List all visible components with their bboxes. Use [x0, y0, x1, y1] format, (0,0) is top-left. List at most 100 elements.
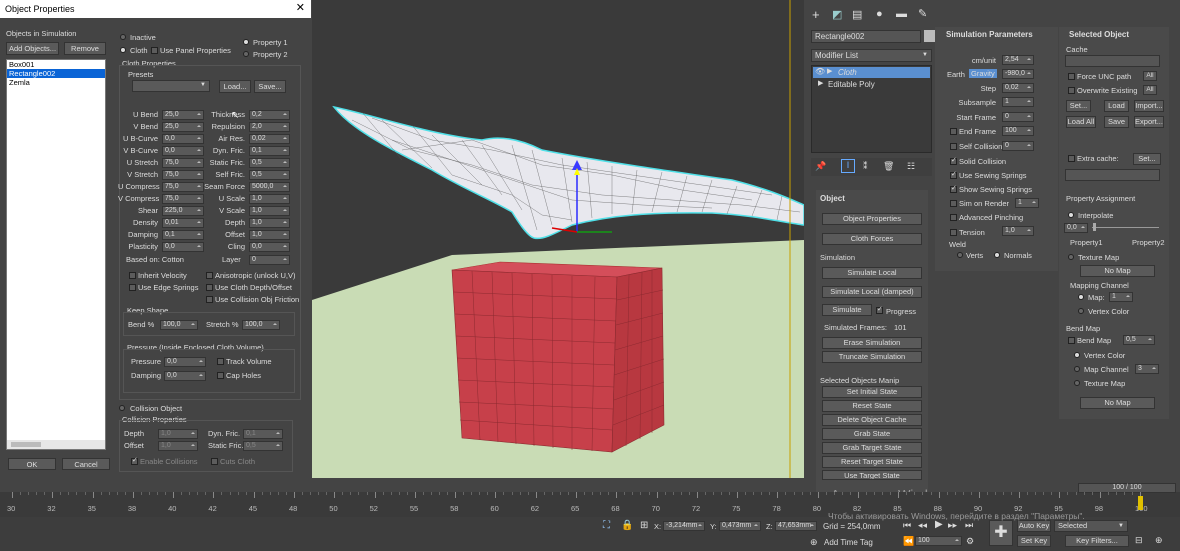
- time-marker[interactable]: [1138, 496, 1143, 510]
- expand-icon[interactable]: ▶: [827, 67, 832, 75]
- delete-object-cache-button[interactable]: Delete Object Cache: [822, 414, 922, 426]
- param-spinner[interactable]: 0,1: [249, 146, 290, 156]
- show-end-result-icon[interactable]: I: [841, 159, 855, 173]
- time-config-icon[interactable]: ⚙: [966, 536, 974, 547]
- current-frame-field[interactable]: 100: [915, 536, 962, 546]
- save-button[interactable]: Save...: [254, 80, 286, 93]
- param-spinner[interactable]: 1,0: [249, 206, 290, 216]
- set-initial-state-button[interactable]: Set Initial State: [822, 386, 922, 398]
- isolate-icon[interactable]: ⛶: [603, 520, 610, 531]
- param-spinner[interactable]: 0,01: [162, 218, 204, 228]
- step-spinner[interactable]: 0,02: [1002, 83, 1034, 93]
- param-spinner[interactable]: 225,0: [162, 206, 204, 216]
- key-mode-icon[interactable]: ⊟: [1135, 535, 1143, 546]
- param-spinner[interactable]: 0,2: [249, 110, 290, 120]
- modify-icon[interactable]: ◩: [832, 8, 842, 21]
- scrollbar-thumb[interactable]: [11, 442, 41, 447]
- reset-state-button[interactable]: Reset State: [822, 400, 922, 412]
- use-edge-springs-checkbox[interactable]: [129, 284, 136, 291]
- list-item[interactable]: Box001: [7, 60, 105, 69]
- interpolate-spinner[interactable]: 0,0: [1064, 223, 1088, 233]
- map-channel-radio[interactable]: [1074, 366, 1080, 372]
- vertex-color2-radio[interactable]: [1074, 352, 1080, 358]
- param-spinner[interactable]: 75,0: [162, 182, 204, 192]
- presets-dropdown[interactable]: ▼: [132, 80, 210, 92]
- c-offset-spinner[interactable]: 1,0: [158, 441, 198, 451]
- property1-radio[interactable]: [243, 39, 249, 45]
- list-item[interactable]: Zemla: [7, 78, 105, 87]
- interpolate-slider[interactable]: [1092, 227, 1159, 228]
- c-depth-spinner[interactable]: 1,0: [158, 429, 198, 439]
- bend-map-spinner[interactable]: 0,5: [1123, 335, 1155, 345]
- param-spinner[interactable]: 0,5: [249, 158, 290, 168]
- configure-icon[interactable]: ☷: [907, 161, 915, 172]
- ok-button[interactable]: OK: [8, 458, 56, 470]
- simulate-local-damped-button[interactable]: Simulate Local (damped): [822, 286, 922, 298]
- load-cache-button[interactable]: Load: [1104, 100, 1129, 112]
- param-spinner[interactable]: 0,0: [162, 134, 204, 144]
- object-name-field[interactable]: Rectangle002: [811, 30, 921, 43]
- eye-icon[interactable]: 👁: [815, 67, 825, 76]
- save-cache-button[interactable]: Save: [1104, 116, 1129, 128]
- key-mode-icon[interactable]: ⏪: [903, 536, 914, 547]
- start-frame-spinner[interactable]: 0: [1002, 112, 1034, 122]
- param-spinner[interactable]: 0,0: [249, 242, 290, 252]
- param-spinner[interactable]: 0,0: [162, 242, 204, 252]
- gravity-spinner[interactable]: -980,0: [1002, 69, 1034, 79]
- stack-item-cloth[interactable]: 👁 ▶ Cloth: [813, 67, 930, 78]
- enable-collisions-checkbox[interactable]: [131, 456, 138, 465]
- anisotropic-checkbox[interactable]: [206, 272, 213, 279]
- show-sewing-checkbox[interactable]: [950, 184, 957, 193]
- simulate-button[interactable]: Simulate: [822, 304, 872, 316]
- cm-unit-spinner[interactable]: 2,54: [1002, 55, 1034, 65]
- normals-radio[interactable]: [994, 252, 1000, 258]
- damping-spinner[interactable]: 0,0: [164, 371, 206, 381]
- param-spinner[interactable]: 1,0: [249, 230, 290, 240]
- vertex-color-radio[interactable]: [1078, 308, 1084, 314]
- object-properties-button[interactable]: Object Properties: [822, 213, 922, 225]
- erase-simulation-button[interactable]: Erase Simulation: [822, 337, 922, 349]
- layer-spinner[interactable]: 0: [249, 255, 290, 265]
- set-cache-button[interactable]: Set...: [1066, 100, 1091, 112]
- interpolate-radio[interactable]: [1068, 212, 1074, 218]
- param-spinner[interactable]: 1,0: [249, 218, 290, 228]
- tension-checkbox[interactable]: [950, 229, 957, 236]
- self-collision-spinner[interactable]: 0: [1002, 141, 1034, 151]
- list-item[interactable]: Rectangle002: [7, 69, 105, 78]
- make-unique-icon[interactable]: ⁑: [863, 161, 868, 172]
- stack-item-editable-poly[interactable]: ▶ Editable Poly: [813, 79, 930, 90]
- progress-checkbox[interactable]: [876, 305, 883, 314]
- extra-cache-checkbox[interactable]: [1068, 155, 1075, 162]
- param-spinner[interactable]: 0,1: [162, 230, 204, 240]
- scrollbar[interactable]: [7, 440, 105, 449]
- inherit-velocity-checkbox[interactable]: [129, 272, 136, 279]
- use-sewing-checkbox[interactable]: [950, 170, 957, 179]
- auto-key-button[interactable]: Auto Key: [1017, 520, 1051, 532]
- create-icon[interactable]: +: [812, 7, 820, 22]
- bend-pct-spinner[interactable]: 100,0: [160, 320, 198, 330]
- set-key-button[interactable]: Set Key: [1017, 535, 1051, 547]
- solid-collision-checkbox[interactable]: [950, 156, 957, 165]
- extra-cache-set-button[interactable]: Set...: [1133, 153, 1161, 165]
- property2-radio[interactable]: [243, 51, 249, 57]
- inactive-radio[interactable]: [120, 34, 126, 40]
- stretch-pct-spinner[interactable]: 100,0: [242, 320, 280, 330]
- map-spinner[interactable]: 1: [1109, 292, 1133, 302]
- param-spinner[interactable]: 2,0: [249, 122, 290, 132]
- import-cache-button[interactable]: Import...: [1134, 100, 1164, 112]
- cancel-button[interactable]: Cancel: [62, 458, 110, 470]
- c-static-spinner[interactable]: 0,5: [243, 441, 283, 451]
- verts-radio[interactable]: [957, 252, 963, 258]
- perspective-viewport[interactable]: [312, 0, 804, 478]
- cuts-cloth-checkbox[interactable]: [211, 458, 218, 465]
- use-target-state-button[interactable]: Use Target State: [822, 470, 922, 480]
- collision-object-radio[interactable]: [119, 405, 125, 411]
- reset-target-state-button[interactable]: Reset Target State: [822, 456, 922, 468]
- force-unc-checkbox[interactable]: [1068, 73, 1075, 80]
- no-map2-button[interactable]: No Map: [1080, 397, 1155, 409]
- param-spinner[interactable]: 25,0: [162, 122, 204, 132]
- key-filters-button[interactable]: Key Filters...: [1065, 535, 1129, 547]
- use-collision-friction-checkbox[interactable]: [206, 296, 213, 303]
- y-field[interactable]: 0,473mm: [719, 521, 761, 531]
- param-spinner[interactable]: 1,0: [249, 194, 290, 204]
